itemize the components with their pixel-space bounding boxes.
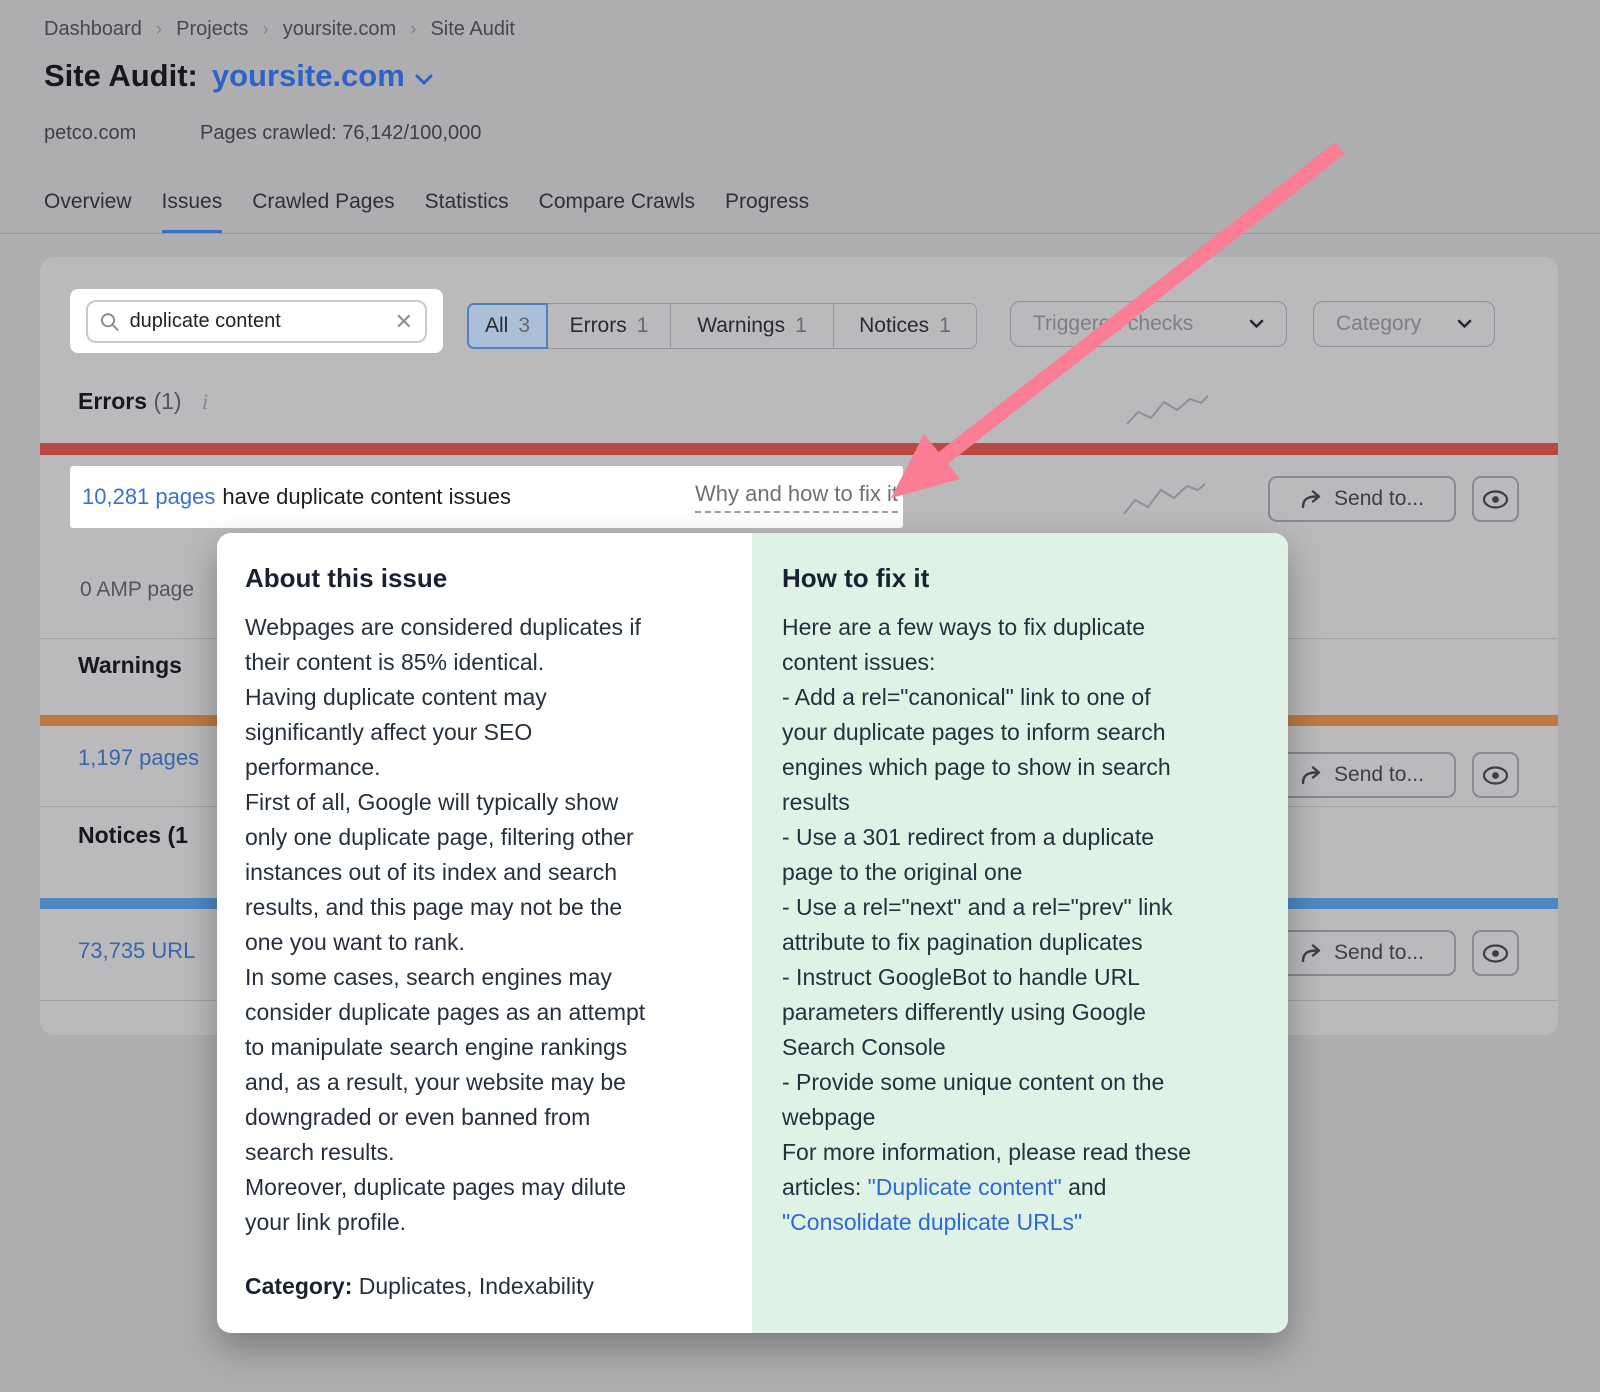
duplicate-content-row: 10,281 pages have duplicate content issu… (70, 466, 903, 528)
breadcrumb-yoursite[interactable]: yoursite.com (283, 18, 396, 41)
category-value: Duplicates, Indexability (352, 1273, 594, 1299)
notices-section-header: Notices (1 (78, 822, 188, 849)
errors-count: (1) (153, 388, 181, 414)
chevron-down-icon[interactable] (415, 74, 433, 86)
search-icon (100, 312, 120, 332)
category-label: Category: (245, 1273, 352, 1299)
page-title: Site Audit: yoursite.com (44, 58, 433, 94)
tab-issues[interactable]: Issues (162, 190, 223, 234)
about-this-issue-panel: About this issue Webpages are considered… (217, 533, 752, 1333)
issue-type-filter: All 3 Errors 1 Warnings 1 Notices 1 (468, 303, 977, 349)
breadcrumb: Dashboard › Projects › yoursite.com › Si… (44, 18, 515, 41)
pages-crawled-status: Pages crawled: 76,142/100,000 (200, 122, 481, 145)
send-to-button[interactable]: Send to... (1268, 752, 1456, 798)
clear-search-icon[interactable]: ✕ (395, 311, 413, 333)
filter-count: 1 (795, 314, 807, 338)
tabs-divider (0, 233, 1600, 234)
breadcrumb-site-audit: Site Audit (430, 18, 515, 41)
breadcrumb-dashboard[interactable]: Dashboard (44, 18, 142, 41)
fix-and-text: and (1062, 1174, 1107, 1200)
filter-label: Errors (570, 314, 627, 338)
eye-icon (1482, 944, 1509, 963)
view-button[interactable] (1472, 752, 1519, 798)
errors-title: Errors (78, 388, 147, 414)
errors-severity-bar (40, 443, 1558, 455)
project-domain: petco.com (44, 122, 136, 145)
category-dropdown[interactable]: Category (1313, 301, 1495, 347)
consolidate-urls-article-link[interactable]: "Consolidate duplicate URLs" (782, 1209, 1082, 1235)
how-to-fix-panel: How to fix it Here are a few ways to fix… (752, 533, 1288, 1333)
about-body: Webpages are considered duplicates if th… (245, 610, 724, 1240)
search-input-field[interactable] (130, 310, 395, 333)
filter-warnings[interactable]: Warnings 1 (670, 303, 834, 349)
tab-compare-crawls[interactable]: Compare Crawls (539, 190, 695, 234)
notices-title: Notices (1 (78, 822, 188, 848)
pages-count-link[interactable]: 10,281 pages (82, 484, 215, 510)
filter-errors[interactable]: Errors 1 (547, 303, 671, 349)
filter-count: 3 (518, 314, 530, 338)
fix-body-text: Here are a few ways to fix duplicate con… (782, 614, 1191, 1200)
triggered-checks-label: Triggered checks (1033, 312, 1193, 336)
tab-bar: Overview Issues Crawled Pages Statistics… (44, 190, 809, 234)
chevron-right-icon: › (156, 19, 162, 41)
category-label: Category (1336, 312, 1421, 336)
row-trend-sparkline (1122, 478, 1207, 520)
notice-urls-link[interactable]: 73,735 URL (78, 938, 195, 964)
warning-pages-link[interactable]: 1,197 pages (78, 745, 199, 771)
tab-statistics[interactable]: Statistics (425, 190, 509, 234)
issue-description: have duplicate content issues (222, 484, 511, 510)
forward-arrow-icon (1300, 944, 1324, 963)
about-title: About this issue (245, 563, 724, 594)
errors-section-header: Errors (1) i (78, 388, 208, 415)
eye-icon (1482, 766, 1509, 785)
view-button[interactable] (1472, 930, 1519, 976)
tab-overview[interactable]: Overview (44, 190, 132, 234)
chevron-right-icon: › (410, 19, 416, 41)
search-input[interactable]: ✕ (86, 300, 427, 343)
forward-arrow-icon (1300, 490, 1324, 509)
category-line: Category: Duplicates, Indexability (245, 1273, 724, 1300)
warnings-section-header: Warnings (78, 652, 182, 679)
filter-label: Warnings (697, 314, 785, 338)
tab-progress[interactable]: Progress (725, 190, 809, 234)
filter-label: Notices (859, 314, 929, 338)
chevron-down-icon (1249, 319, 1264, 329)
send-to-button[interactable]: Send to... (1268, 476, 1456, 522)
send-to-label: Send to... (1334, 487, 1424, 511)
chevron-right-icon: › (262, 19, 268, 41)
warnings-title: Warnings (78, 652, 182, 678)
errors-trend-sparkline (1125, 392, 1210, 430)
filter-label: All (485, 314, 508, 338)
chevron-down-icon (1457, 319, 1472, 329)
breadcrumb-projects[interactable]: Projects (176, 18, 248, 41)
send-to-button[interactable]: Send to... (1268, 930, 1456, 976)
filter-count: 1 (939, 314, 951, 338)
forward-arrow-icon (1300, 766, 1324, 785)
filter-all[interactable]: All 3 (467, 303, 548, 349)
site-audit-page: Dashboard › Projects › yoursite.com › Si… (0, 0, 1600, 1392)
filter-count: 1 (637, 314, 649, 338)
send-to-label: Send to... (1334, 941, 1424, 965)
issue-details-popup: About this issue Webpages are considered… (217, 533, 1288, 1333)
tab-crawled-pages[interactable]: Crawled Pages (252, 190, 394, 234)
fix-body: Here are a few ways to fix duplicate con… (782, 610, 1258, 1240)
fix-title: How to fix it (782, 563, 1258, 594)
duplicate-content-article-link[interactable]: "Duplicate content" (868, 1174, 1062, 1200)
page-title-label: Site Audit: (44, 58, 198, 94)
eye-icon (1482, 490, 1509, 509)
why-and-how-to-fix-link[interactable]: Why and how to fix it (695, 481, 898, 513)
send-to-label: Send to... (1334, 763, 1424, 787)
view-button[interactable] (1472, 476, 1519, 522)
triggered-checks-dropdown[interactable]: Triggered checks (1010, 301, 1287, 347)
info-icon[interactable]: i (202, 389, 208, 414)
amp-row-text: 0 AMP page (80, 578, 194, 602)
filter-notices[interactable]: Notices 1 (833, 303, 977, 349)
project-selector[interactable]: yoursite.com (212, 58, 405, 94)
